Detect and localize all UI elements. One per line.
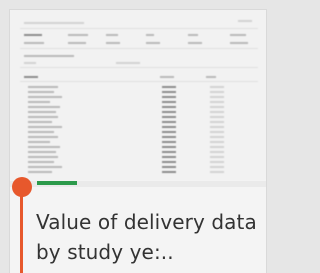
accent-dot-icon: [12, 177, 32, 197]
accent-line: [20, 188, 23, 273]
report-thumbnail: [10, 10, 266, 180]
report-card[interactable]: Value of delivery data by study ye:..: [10, 10, 266, 273]
card-title[interactable]: Value of delivery data by study ye:..: [36, 207, 266, 267]
progress-bar: [37, 181, 77, 185]
